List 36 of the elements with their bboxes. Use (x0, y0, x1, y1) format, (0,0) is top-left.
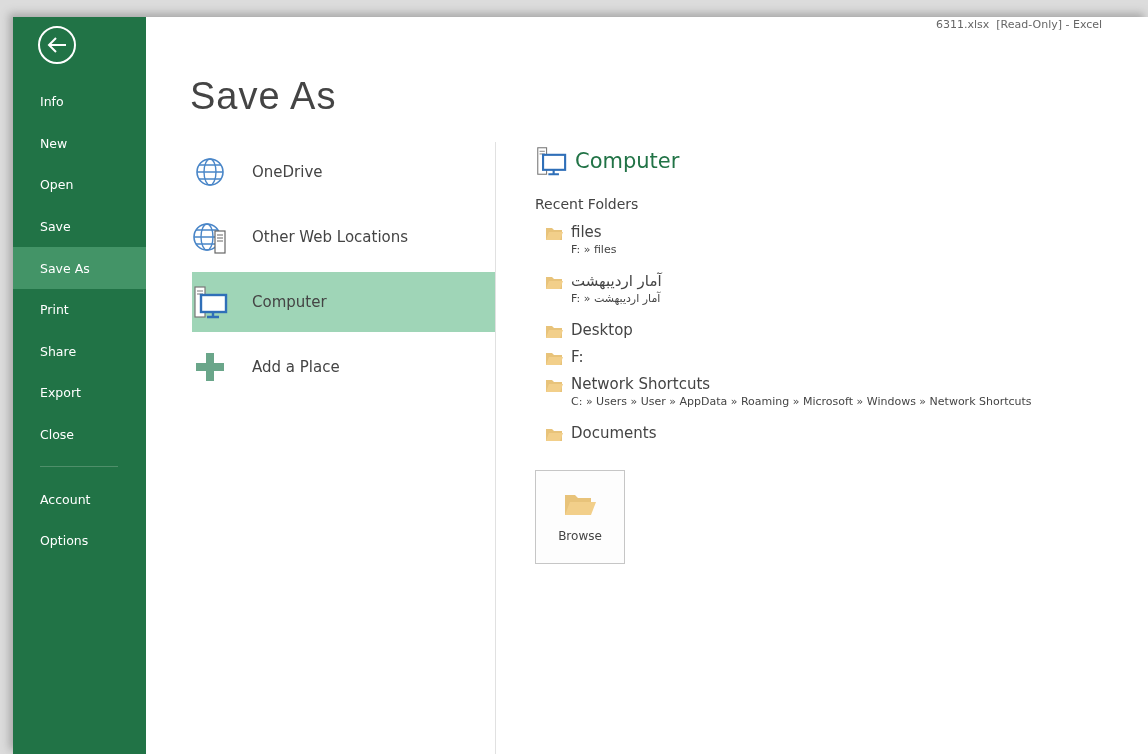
window-title: 6311.xlsx [Read-Only] - Excel (936, 18, 1103, 31)
recent-folder[interactable]: آمار اردیبهشت F: » آمار اردیبهشت (545, 267, 662, 316)
page-title: Save As (190, 75, 338, 118)
browse-button[interactable]: Browse (535, 470, 625, 564)
recent-folder[interactable]: F: (545, 343, 584, 370)
folder-icon (545, 377, 563, 393)
sidebar-item[interactable]: Options (13, 519, 146, 562)
folder-icon (545, 323, 563, 339)
folder-icon (545, 225, 563, 241)
sidebar-item[interactable]: Print (13, 288, 146, 331)
folder-icon (545, 426, 563, 442)
place-item[interactable]: Computer (192, 272, 495, 332)
computer-icon (192, 285, 228, 319)
recent-folder[interactable]: Network Shortcuts C: » Users » User » AppData » Roaming » Microsoft » Windows » Network Shortcuts (545, 370, 1032, 419)
place-item[interactable]: Other Web Locations (192, 207, 495, 267)
computer-icon (535, 146, 567, 176)
place-item[interactable]: OneDrive (192, 142, 495, 202)
recent-folder[interactable]: Desktop (545, 316, 633, 343)
sidebar-item[interactable]: Share (13, 330, 146, 373)
folder-icon (545, 350, 563, 366)
folder-icon (545, 274, 563, 290)
sidebar-item[interactable]: Close (13, 413, 146, 456)
sidebar-item[interactable]: Info (13, 81, 146, 123)
recent-folder[interactable]: files F: » files (545, 218, 617, 267)
sidebar-item[interactable]: Export (13, 372, 146, 414)
place-item[interactable]: Add a Place (192, 337, 495, 397)
section-heading: Computer (575, 149, 680, 173)
recent-folder[interactable]: Documents (545, 419, 657, 446)
sidebar-item[interactable]: Save (13, 205, 146, 248)
sidebar-item[interactable]: New (13, 122, 146, 165)
sidebar-item[interactable]: Save As (13, 247, 146, 289)
section-label: Recent Folders (535, 196, 639, 212)
sidebar-item[interactable]: Account (13, 478, 146, 520)
globe-server-icon (192, 220, 228, 254)
back-button[interactable] (37, 25, 77, 65)
sidebar-item[interactable]: Open (13, 164, 146, 206)
